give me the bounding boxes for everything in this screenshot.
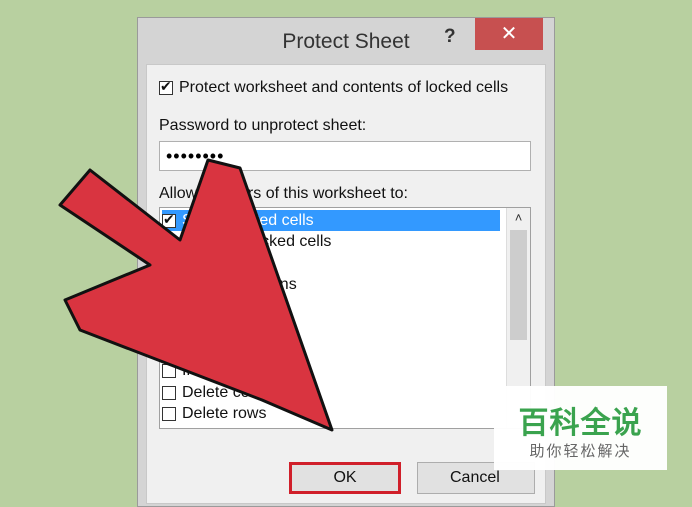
arrow-shape (58, 158, 334, 432)
watermark-subtitle: 助你轻松解决 (529, 442, 632, 460)
watermark-logo: 百科全说 助你轻松解决 (494, 386, 667, 470)
watermark-title: 百科全说 (518, 406, 643, 441)
